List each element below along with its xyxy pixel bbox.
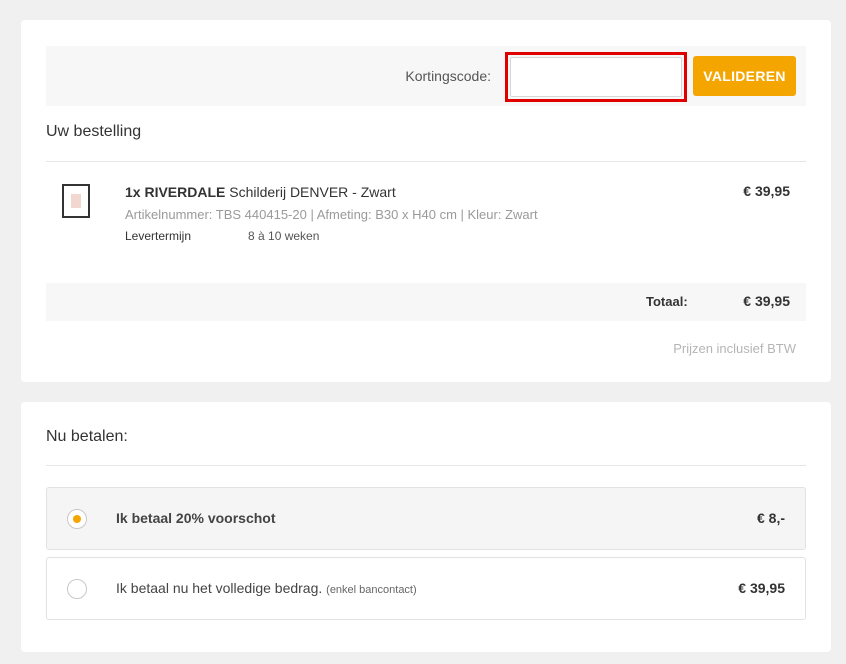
product-meta: Artikelnummer: TBS 440415-20 | Afmeting:…: [125, 207, 538, 222]
validate-button[interactable]: VALIDEREN: [693, 56, 796, 96]
total-bar: Totaal: € 39,95: [46, 283, 806, 321]
payment-option-amount: € 39,95: [738, 580, 785, 596]
payment-option-deposit[interactable]: Ik betaal 20% voorschot € 8,-: [46, 487, 806, 550]
coupon-input[interactable]: [510, 57, 682, 97]
divider: [46, 465, 806, 466]
payment-card: Nu betalen: Ik betaal 20% voorschot € 8,…: [21, 402, 831, 652]
order-title: Uw bestelling: [46, 123, 142, 140]
payment-option-text: Ik betaal nu het volledige bedrag.: [116, 580, 327, 596]
total-label: Totaal:: [646, 294, 688, 309]
product-qty-name: 1x RIVERDALE: [125, 184, 226, 200]
product-thumbnail[interactable]: [62, 184, 90, 218]
coupon-label: Kortingscode:: [405, 68, 491, 84]
payment-option-note: (enkel bancontact): [326, 584, 417, 596]
order-card: Kortingscode: VALIDEREN Uw bestelling 1x…: [21, 20, 831, 382]
payment-option-full[interactable]: Ik betaal nu het volledige bedrag. (enke…: [46, 557, 806, 620]
total-value: € 39,95: [743, 293, 790, 309]
lead-time-value: 8 à 10 weken: [248, 229, 320, 243]
divider: [46, 161, 806, 162]
payment-option-label: Ik betaal 20% voorschot: [116, 510, 276, 526]
payment-title: Nu betalen:: [46, 428, 128, 445]
payment-option-label: Ik betaal nu het volledige bedrag. (enke…: [116, 580, 417, 596]
product-title[interactable]: 1x RIVERDALE Schilderij DENVER - Zwart: [125, 184, 396, 200]
payment-option-amount: € 8,-: [756, 510, 785, 526]
radio-full[interactable]: [67, 579, 87, 599]
radio-deposit[interactable]: [67, 509, 87, 529]
lead-time-label: Levertermijn: [125, 229, 192, 243]
coupon-input-highlight: [505, 52, 687, 102]
coupon-bar: Kortingscode: VALIDEREN: [46, 46, 806, 106]
vat-note: Prijzen inclusief BTW: [673, 341, 796, 356]
product-price: € 39,95: [743, 183, 790, 199]
product-description: Schilderij DENVER - Zwart: [225, 184, 396, 200]
